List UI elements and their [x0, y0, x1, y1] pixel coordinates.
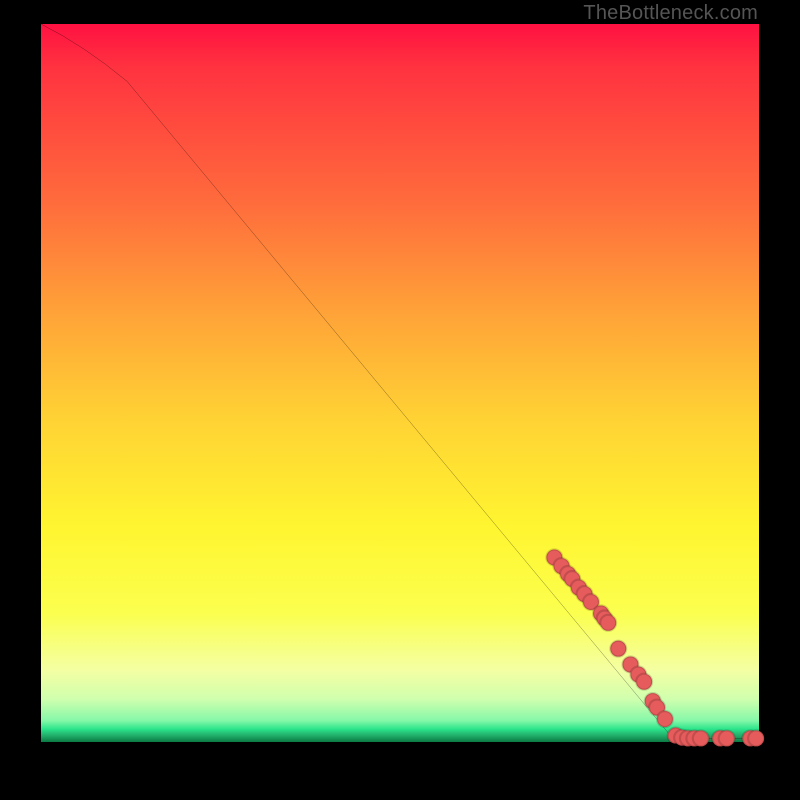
data-point: [748, 730, 764, 746]
data-point: [600, 615, 616, 631]
data-point: [657, 711, 673, 727]
data-point: [636, 674, 652, 690]
data-point: [719, 730, 735, 746]
watermark-text: TheBottleneck.com: [583, 2, 758, 25]
chart-frame: [41, 24, 759, 742]
bottleneck-curve-line: [41, 24, 759, 738]
chart-points: [546, 549, 764, 746]
data-point: [693, 730, 709, 746]
data-point: [610, 641, 626, 657]
chart-svg: [41, 24, 759, 742]
